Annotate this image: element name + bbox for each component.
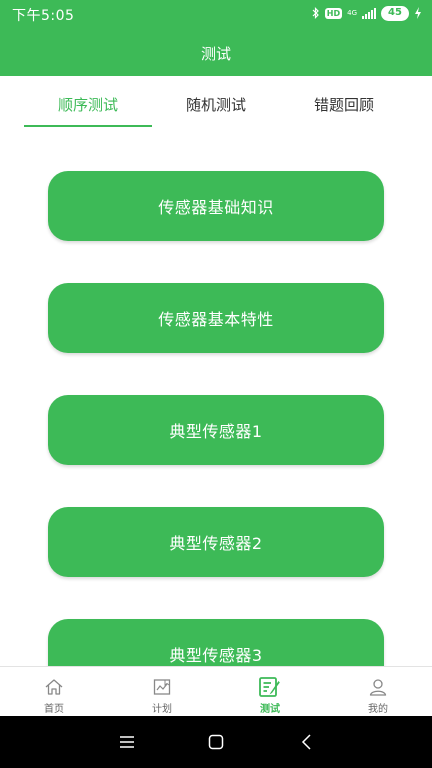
tab-sequential[interactable]: 顺序测试	[24, 94, 152, 115]
nav-item-home[interactable]: 首页	[0, 667, 108, 717]
network-type: 4G	[347, 8, 357, 17]
status-bar: 下午5:05 HD 4G 45	[0, 0, 432, 26]
battery-icon: 45	[381, 5, 409, 21]
test-mode-tabs: 顺序测试 随机测试 错题回顾	[0, 76, 432, 128]
app-header: 下午5:05 HD 4G 45 测试	[0, 0, 432, 76]
nav-item-profile[interactable]: 我的	[324, 667, 432, 717]
back-icon[interactable]	[297, 732, 317, 752]
nav-label-plan: 计划	[152, 704, 172, 715]
test-button-basics[interactable]: 传感器基础知识	[48, 171, 384, 241]
test-button-typical-3[interactable]: 典型传感器3	[48, 619, 384, 666]
tab-wrong-review[interactable]: 错题回顾	[280, 94, 408, 115]
test-list[interactable]: 传感器基础知识 传感器基本特性 典型传感器1 典型传感器2 典型传感器3	[0, 128, 432, 666]
active-tab-indicator	[24, 125, 152, 127]
plan-icon	[152, 677, 172, 697]
nav-item-test[interactable]: 测试	[216, 667, 324, 717]
menu-icon[interactable]	[117, 732, 137, 752]
status-icons: HD 4G 45	[312, 5, 422, 21]
signal-icon	[362, 7, 376, 19]
hd-badge: HD	[324, 7, 343, 19]
nav-label-test: 测试	[260, 704, 280, 715]
test-button-typical-2[interactable]: 典型传感器2	[48, 507, 384, 577]
page-title: 测试	[200, 45, 231, 63]
tab-random[interactable]: 随机测试	[152, 94, 280, 115]
home-square-icon[interactable]	[206, 732, 226, 752]
profile-icon	[368, 677, 388, 697]
charging-icon	[414, 7, 422, 19]
nav-label-profile: 我的	[368, 704, 388, 715]
home-icon	[44, 677, 64, 697]
system-nav-bar	[0, 716, 432, 768]
nav-label-home: 首页	[44, 704, 64, 715]
test-button-characteristics[interactable]: 传感器基本特性	[48, 283, 384, 353]
test-button-typical-1[interactable]: 典型传感器1	[48, 395, 384, 465]
test-icon	[258, 675, 282, 699]
bottom-nav: 首页 计划 测试 我的	[0, 666, 432, 716]
status-time: 下午5:05	[12, 8, 75, 24]
nav-item-plan[interactable]: 计划	[108, 667, 216, 717]
bluetooth-icon	[312, 7, 320, 19]
